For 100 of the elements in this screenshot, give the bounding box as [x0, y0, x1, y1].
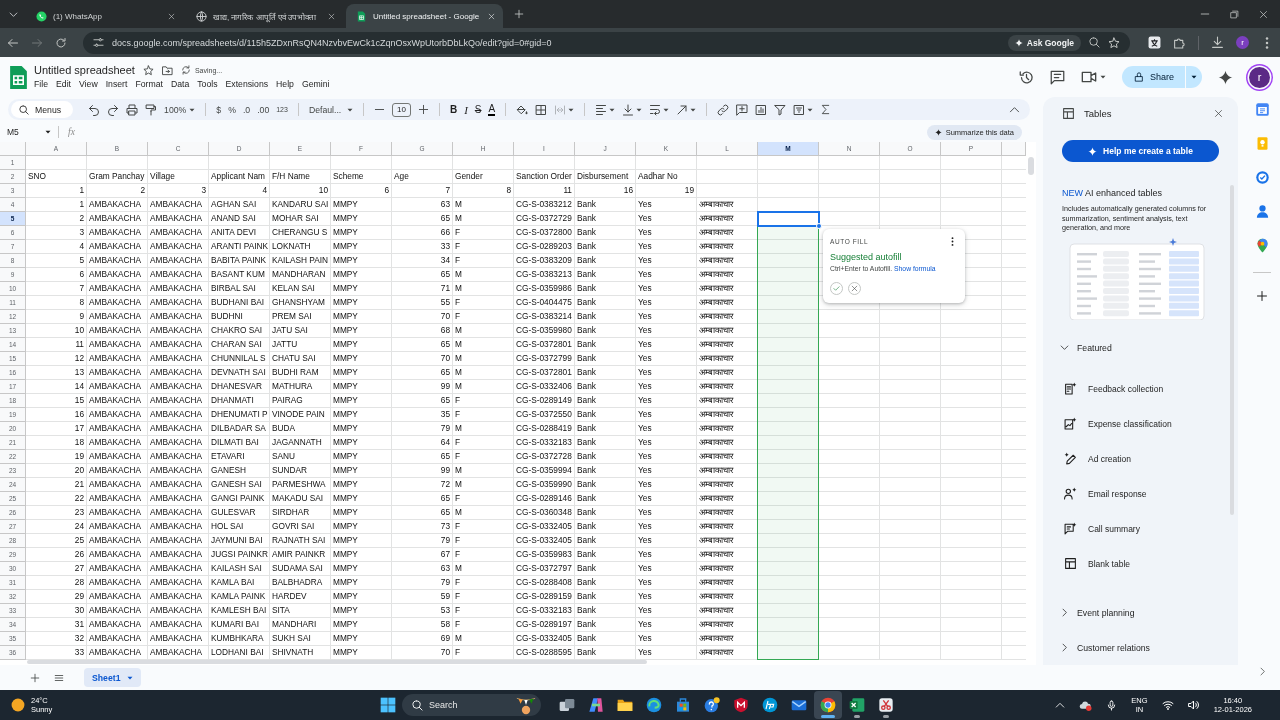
- menu-item[interactable]: Tools: [193, 78, 222, 90]
- vertical-align-icon[interactable]: [622, 103, 635, 116]
- percent-format-button[interactable]: %: [228, 104, 236, 115]
- reload-icon[interactable]: [55, 36, 67, 49]
- menu-item[interactable]: Data: [166, 78, 194, 90]
- template-item[interactable]: Ad creation: [1043, 441, 1131, 477]
- template-item[interactable]: Blank table: [1043, 546, 1131, 582]
- collapse-icon[interactable]: [1009, 104, 1020, 115]
- chevron-right-icon[interactable]: [1257, 667, 1267, 676]
- check-circle-icon[interactable]: [1254, 170, 1270, 185]
- browser-tab[interactable]: खाद्य, नागरिक आपूर्ति एवं उपभोक्ता: [186, 4, 343, 28]
- strikethrough-button[interactable]: S: [474, 104, 482, 115]
- menu-item[interactable]: Help: [272, 78, 298, 90]
- print-icon[interactable]: [126, 103, 139, 116]
- extension-icon[interactable]: [1148, 36, 1161, 49]
- menu-item[interactable]: Extensions: [221, 78, 273, 90]
- add-comment-icon[interactable]: [736, 103, 749, 116]
- download-icon[interactable]: [1211, 36, 1224, 49]
- history-icon[interactable]: [1018, 69, 1034, 85]
- all-sheets-icon[interactable]: [54, 672, 64, 683]
- font-dropdown[interactable]: Defaul...: [308, 104, 353, 115]
- paint-format-icon[interactable]: [145, 103, 158, 116]
- plus-icon[interactable]: [417, 104, 429, 115]
- currency-format-button[interactable]: $: [216, 104, 222, 115]
- new-tab-icon[interactable]: [514, 9, 524, 19]
- restore-icon[interactable]: [1230, 9, 1239, 19]
- template-item[interactable]: Call summary: [1043, 511, 1140, 547]
- zoom-icon[interactable]: [1089, 37, 1100, 48]
- caret-icon[interactable]: [807, 106, 814, 113]
- search-box[interactable]: Search: [402, 694, 541, 716]
- create-table-button[interactable]: Help me create a table: [1062, 140, 1219, 162]
- selected-cell[interactable]: [757, 211, 820, 227]
- puzzle-icon[interactable]: [1173, 36, 1186, 49]
- redo-icon[interactable]: [107, 103, 120, 116]
- move-folder-icon[interactable]: [161, 64, 173, 76]
- menu-item[interactable]: Gemini: [297, 78, 334, 90]
- caret-icon[interactable]: [568, 106, 575, 113]
- font-size-field[interactable]: 10: [391, 102, 411, 117]
- account-avatar[interactable]: r: [1249, 66, 1270, 88]
- menu-item[interactable]: View: [75, 78, 102, 90]
- undo-icon[interactable]: [88, 103, 101, 116]
- caret-icon[interactable]: [663, 106, 670, 113]
- close-icon[interactable]: [1214, 108, 1223, 118]
- caret-icon[interactable]: [609, 106, 616, 113]
- text-rotation-icon[interactable]: [676, 103, 689, 116]
- bold-button[interactable]: B: [449, 104, 458, 115]
- caret-icon[interactable]: [45, 129, 51, 135]
- video-call-icon[interactable]: [1080, 69, 1097, 85]
- profile-avatar[interactable]: r: [1236, 36, 1249, 49]
- sheet-tab[interactable]: Sheet1: [84, 668, 141, 687]
- name-box[interactable]: M5: [7, 127, 45, 137]
- sun-icon[interactable]: [11, 698, 25, 712]
- chevron-down-icon[interactable]: [9, 9, 18, 19]
- site-settings-icon[interactable]: [93, 37, 104, 48]
- browser-tab[interactable]: (1) WhatsApp: [26, 4, 183, 28]
- wifi-icon[interactable]: [1161, 699, 1174, 711]
- add-sheet-icon[interactable]: [30, 672, 40, 683]
- microphone-icon[interactable]: [1106, 699, 1118, 711]
- person-icon[interactable]: [1254, 204, 1270, 219]
- back-icon[interactable]: [7, 36, 19, 49]
- menu-item[interactable]: File: [30, 78, 52, 90]
- start-icon[interactable]: [380, 697, 396, 713]
- template-item[interactable]: Feedback collection: [1043, 371, 1164, 407]
- menu-item[interactable]: Insert: [101, 78, 132, 90]
- volume-icon[interactable]: [1187, 699, 1200, 711]
- template-item[interactable]: Email response: [1043, 476, 1147, 512]
- caret-icon[interactable]: [1099, 74, 1106, 80]
- filter-icon[interactable]: [774, 103, 787, 116]
- spreadsheet-logo-icon[interactable]: [10, 65, 27, 89]
- plus-icon[interactable]: [1256, 290, 1268, 302]
- zoom-dropdown[interactable]: 100%: [164, 104, 196, 115]
- template-item[interactable]: Expense classification: [1043, 406, 1172, 442]
- menu-item[interactable]: Edit: [52, 78, 75, 90]
- browser-tab[interactable]: Untitled spreadsheet - Google: [346, 4, 503, 28]
- align-left-icon[interactable]: [595, 103, 608, 116]
- document-title[interactable]: Untitled spreadsheet: [34, 64, 135, 76]
- menu-search-button[interactable]: Menus: [11, 101, 74, 118]
- menu-item[interactable]: Format: [131, 78, 167, 90]
- calendar-icon[interactable]: [1254, 102, 1270, 117]
- sparkle-icon[interactable]: [1218, 69, 1233, 85]
- section-header[interactable]: Featured: [1043, 337, 1112, 358]
- section-header[interactable]: Customer relations: [1043, 637, 1150, 658]
- fill-handle[interactable]: [816, 223, 822, 229]
- taskbar-app-button[interactable]: [814, 691, 842, 719]
- caret-icon[interactable]: [690, 106, 697, 113]
- sigma-icon[interactable]: [820, 104, 832, 115]
- caret-icon[interactable]: [636, 106, 643, 113]
- share-button[interactable]: Share: [1121, 66, 1185, 88]
- filter-views-icon[interactable]: [793, 103, 806, 116]
- url-text[interactable]: docs.google.com/spreadsheets/d/115h5ZDxnRsQN4NzvbvEwCk1cZqnOsxWpUtorbDbLkQo/edit?gid=0#gid=0: [112, 37, 1000, 48]
- borders-icon[interactable]: [535, 103, 548, 116]
- chart-icon[interactable]: [755, 103, 768, 116]
- star-icon[interactable]: [142, 64, 154, 76]
- scrollbar[interactable]: [1028, 157, 1034, 175]
- section-header[interactable]: Event planning: [1043, 602, 1135, 623]
- link-icon[interactable]: [717, 103, 730, 116]
- address-bar[interactable]: docs.google.com/spreadsheets/d/115h5ZDxnRsQN4NzvbvEwCk1cZqnOsxWpUtorbDbLkQo/edit?gid=0#gid=0 Ask Google: [83, 31, 1130, 54]
- ask-google-button[interactable]: Ask Google: [1007, 34, 1081, 51]
- increase-decimal-button[interactable]: .00: [257, 104, 270, 115]
- chevron-up-icon[interactable]: [1055, 700, 1066, 710]
